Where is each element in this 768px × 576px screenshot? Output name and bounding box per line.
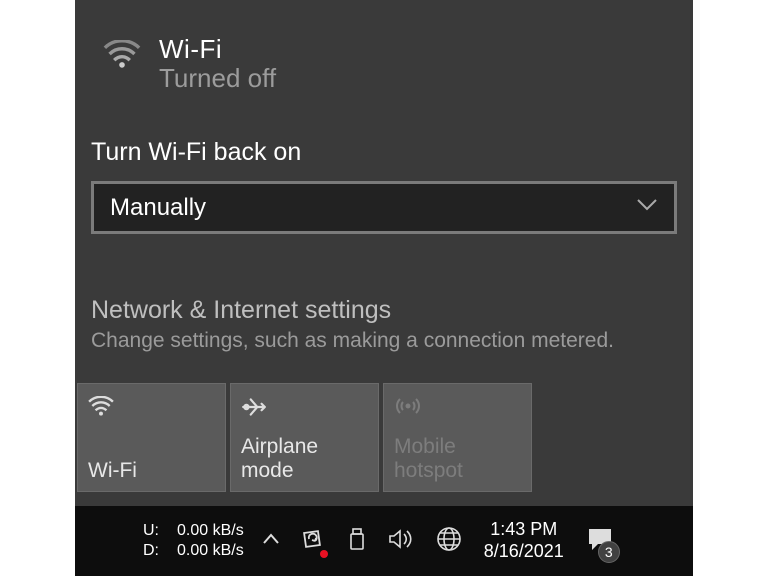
clock[interactable]: 1:43 PM 8/16/2021 bbox=[484, 519, 564, 562]
network-icon[interactable] bbox=[436, 526, 462, 557]
volume-icon[interactable] bbox=[388, 528, 414, 555]
hotspot-icon bbox=[394, 396, 521, 416]
network-speed-monitor: U: 0.00 kB/s D: 0.00 kB/s bbox=[143, 522, 244, 560]
time: 1:43 PM bbox=[484, 519, 564, 541]
settings-title: Network & Internet settings bbox=[91, 296, 677, 325]
date: 8/16/2021 bbox=[484, 541, 564, 563]
airplane-mode-tile[interactable]: Airplane mode bbox=[230, 383, 379, 492]
upload-label: U: bbox=[143, 522, 159, 540]
update-icon[interactable] bbox=[302, 527, 326, 556]
wifi-tile[interactable]: Wi-Fi bbox=[77, 383, 226, 492]
turn-on-label: Turn Wi-Fi back on bbox=[75, 94, 693, 181]
wifi-title: Wi-Fi bbox=[159, 34, 276, 65]
mobile-hotspot-tile[interactable]: Mobile hotspot bbox=[383, 383, 532, 492]
turn-on-selector[interactable]: Manually bbox=[91, 181, 677, 234]
wifi-icon bbox=[103, 40, 141, 73]
upload-value: 0.00 kB/s bbox=[177, 522, 244, 540]
wifi-icon bbox=[88, 396, 215, 416]
network-settings-link[interactable]: Network & Internet settings Change setti… bbox=[75, 234, 693, 353]
action-center-icon[interactable]: 3 bbox=[586, 526, 614, 557]
airplane-icon bbox=[241, 396, 368, 418]
chevron-down-icon bbox=[636, 198, 658, 217]
taskbar: U: 0.00 kB/s D: 0.00 kB/s 1:43 PM 8/16/2… bbox=[75, 506, 693, 576]
system-tray bbox=[262, 526, 462, 557]
usb-eject-icon[interactable] bbox=[348, 527, 366, 556]
update-badge-icon bbox=[320, 550, 328, 558]
quick-action-tiles: Wi-Fi Airplane mode Mobil bbox=[75, 353, 693, 492]
notification-badge: 3 bbox=[598, 541, 620, 563]
tile-label: Wi-Fi bbox=[88, 459, 215, 483]
wifi-status-header: Wi-Fi Turned off bbox=[75, 0, 693, 94]
download-value: 0.00 kB/s bbox=[177, 542, 244, 560]
selector-value: Manually bbox=[110, 194, 206, 222]
settings-subtitle: Change settings, such as making a connec… bbox=[91, 329, 677, 353]
tile-label: Airplane mode bbox=[241, 435, 368, 483]
tile-label: Mobile hotspot bbox=[394, 435, 521, 483]
wifi-status: Turned off bbox=[159, 63, 276, 94]
network-flyout: Wi-Fi Turned off Turn Wi-Fi back on Manu… bbox=[75, 0, 693, 506]
download-label: D: bbox=[143, 542, 159, 560]
tray-overflow-icon[interactable] bbox=[262, 532, 280, 550]
